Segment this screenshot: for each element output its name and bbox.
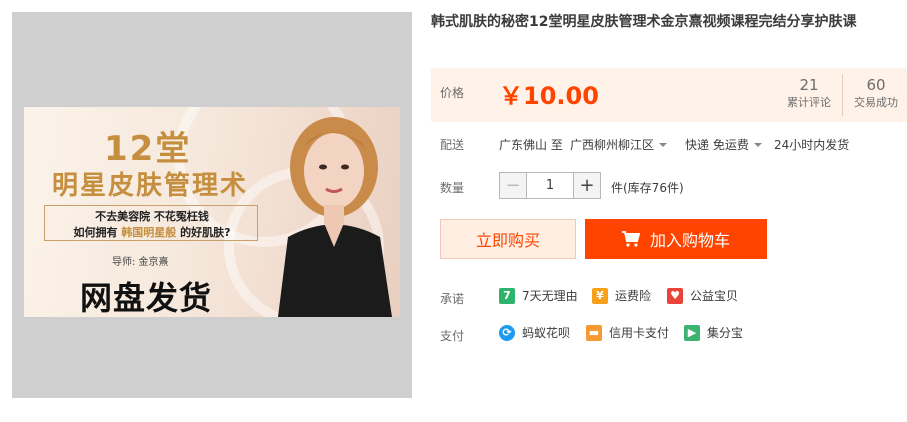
sales-count-stat[interactable]: 60 交易成功 [845,75,907,111]
banner-tagline-box: 不去美容院 不花冤枉钱 如何拥有 韩国明星般 的好肌肤? [44,205,258,241]
buy-now-label: 立即购买 [475,231,540,250]
shipping-dispatch-time: 24小时内发货 [774,138,850,152]
chevron-down-icon [753,143,762,147]
quantity-stepper: − 1 + [499,172,601,199]
charity-icon: ♥ [667,287,683,304]
review-count-stat[interactable]: 21 累计评论 [778,75,840,111]
sales-count-label: 交易成功 [854,96,898,109]
banner-headline: 明星皮肤管理术 [52,171,249,201]
shipping-insurance-icon: ¥ [592,287,608,304]
shipping-label: 配送 [440,138,465,152]
payment-row: 支付 ⟳ 蚂蚁花呗 ▬ 信用卡支付 ▶ 集分宝 [431,324,907,344]
shipping-destination-select[interactable]: 广西柳州柳江区 [570,136,668,153]
add-to-cart-button[interactable]: 加入购物车 [585,219,767,259]
quantity-row: 数量 − 1 + 件(库存76件) [431,172,907,200]
huabei-icon: ⟳ [499,324,515,341]
quantity-label: 数量 [440,181,465,195]
seven-day-return-icon: 7 [499,287,515,304]
payment-credit-card[interactable]: ▬ 信用卡支付 [586,324,669,341]
quantity-input[interactable]: 1 [526,173,574,198]
add-to-cart-label: 加入购物车 [649,231,730,250]
stat-divider [842,74,843,116]
review-count-label: 累计评论 [787,96,831,109]
service-seven-day-return[interactable]: 7 7天无理由 [499,287,578,304]
banner-teacher: 导师: 金京熹 [112,257,169,268]
quantity-decrease-button[interactable]: − [500,173,526,198]
shipping-origin: 广东佛山 至 [499,138,563,152]
promise-row: 承诺 7 7天无理由 ¥ 运费险 ♥ 公益宝贝 [431,287,907,307]
sales-count: 60 [866,76,886,94]
buy-now-button[interactable]: 立即购买 [440,219,576,259]
banner-lesson-count: 12堂 [104,129,192,169]
price-label: 价格 [440,86,465,100]
instructor-photo [278,117,392,317]
chevron-down-icon [659,143,668,147]
payment-huabei[interactable]: ⟳ 蚂蚁花呗 [499,324,570,341]
payment-label: 支付 [440,329,465,343]
price-panel: 价格 ￥10.00 21 累计评论 60 交易成功 [431,68,907,122]
shipping-row: 配送 广东佛山 至 广西柳州柳江区 快递 免运费 24小时内发货 [431,133,907,153]
banner-tagline-1: 不去美容院 不花冤枉钱 [95,210,209,223]
product-main-image[interactable]: 12堂 明星皮肤管理术 不去美容院 不花冤枉钱 如何拥有 韩国明星般 的好肌肤?… [24,107,400,317]
service-charity[interactable]: ♥ 公益宝贝 [667,287,738,304]
quantity-increase-button[interactable]: + [574,173,600,198]
jifenbao-icon: ▶ [684,324,700,341]
credit-card-icon: ▬ [586,324,602,341]
banner-shipping-text: 网盘发货 [80,279,213,317]
price-value: ￥10.00 [499,82,599,110]
payment-jifenbao[interactable]: ▶ 集分宝 [684,324,743,341]
promise-label: 承诺 [440,292,465,306]
service-shipping-insurance[interactable]: ¥ 运费险 [592,287,651,304]
product-image-gallery[interactable]: 12堂 明星皮肤管理术 不去美容院 不花冤枉钱 如何拥有 韩国明星般 的好肌肤?… [12,12,412,398]
banner-tagline-2: 如何拥有 韩国明星般 的好肌肤? [73,226,231,239]
stock-info: 件(库存76件) [611,181,684,195]
product-title: 韩式肌肤的秘密12堂明星皮肤管理术金京熹视频课程完结分享护肤课 [431,14,857,30]
review-count: 21 [799,76,819,94]
shopping-cart-icon [621,231,640,247]
shipping-method-select[interactable]: 快递 免运费 [685,136,762,153]
